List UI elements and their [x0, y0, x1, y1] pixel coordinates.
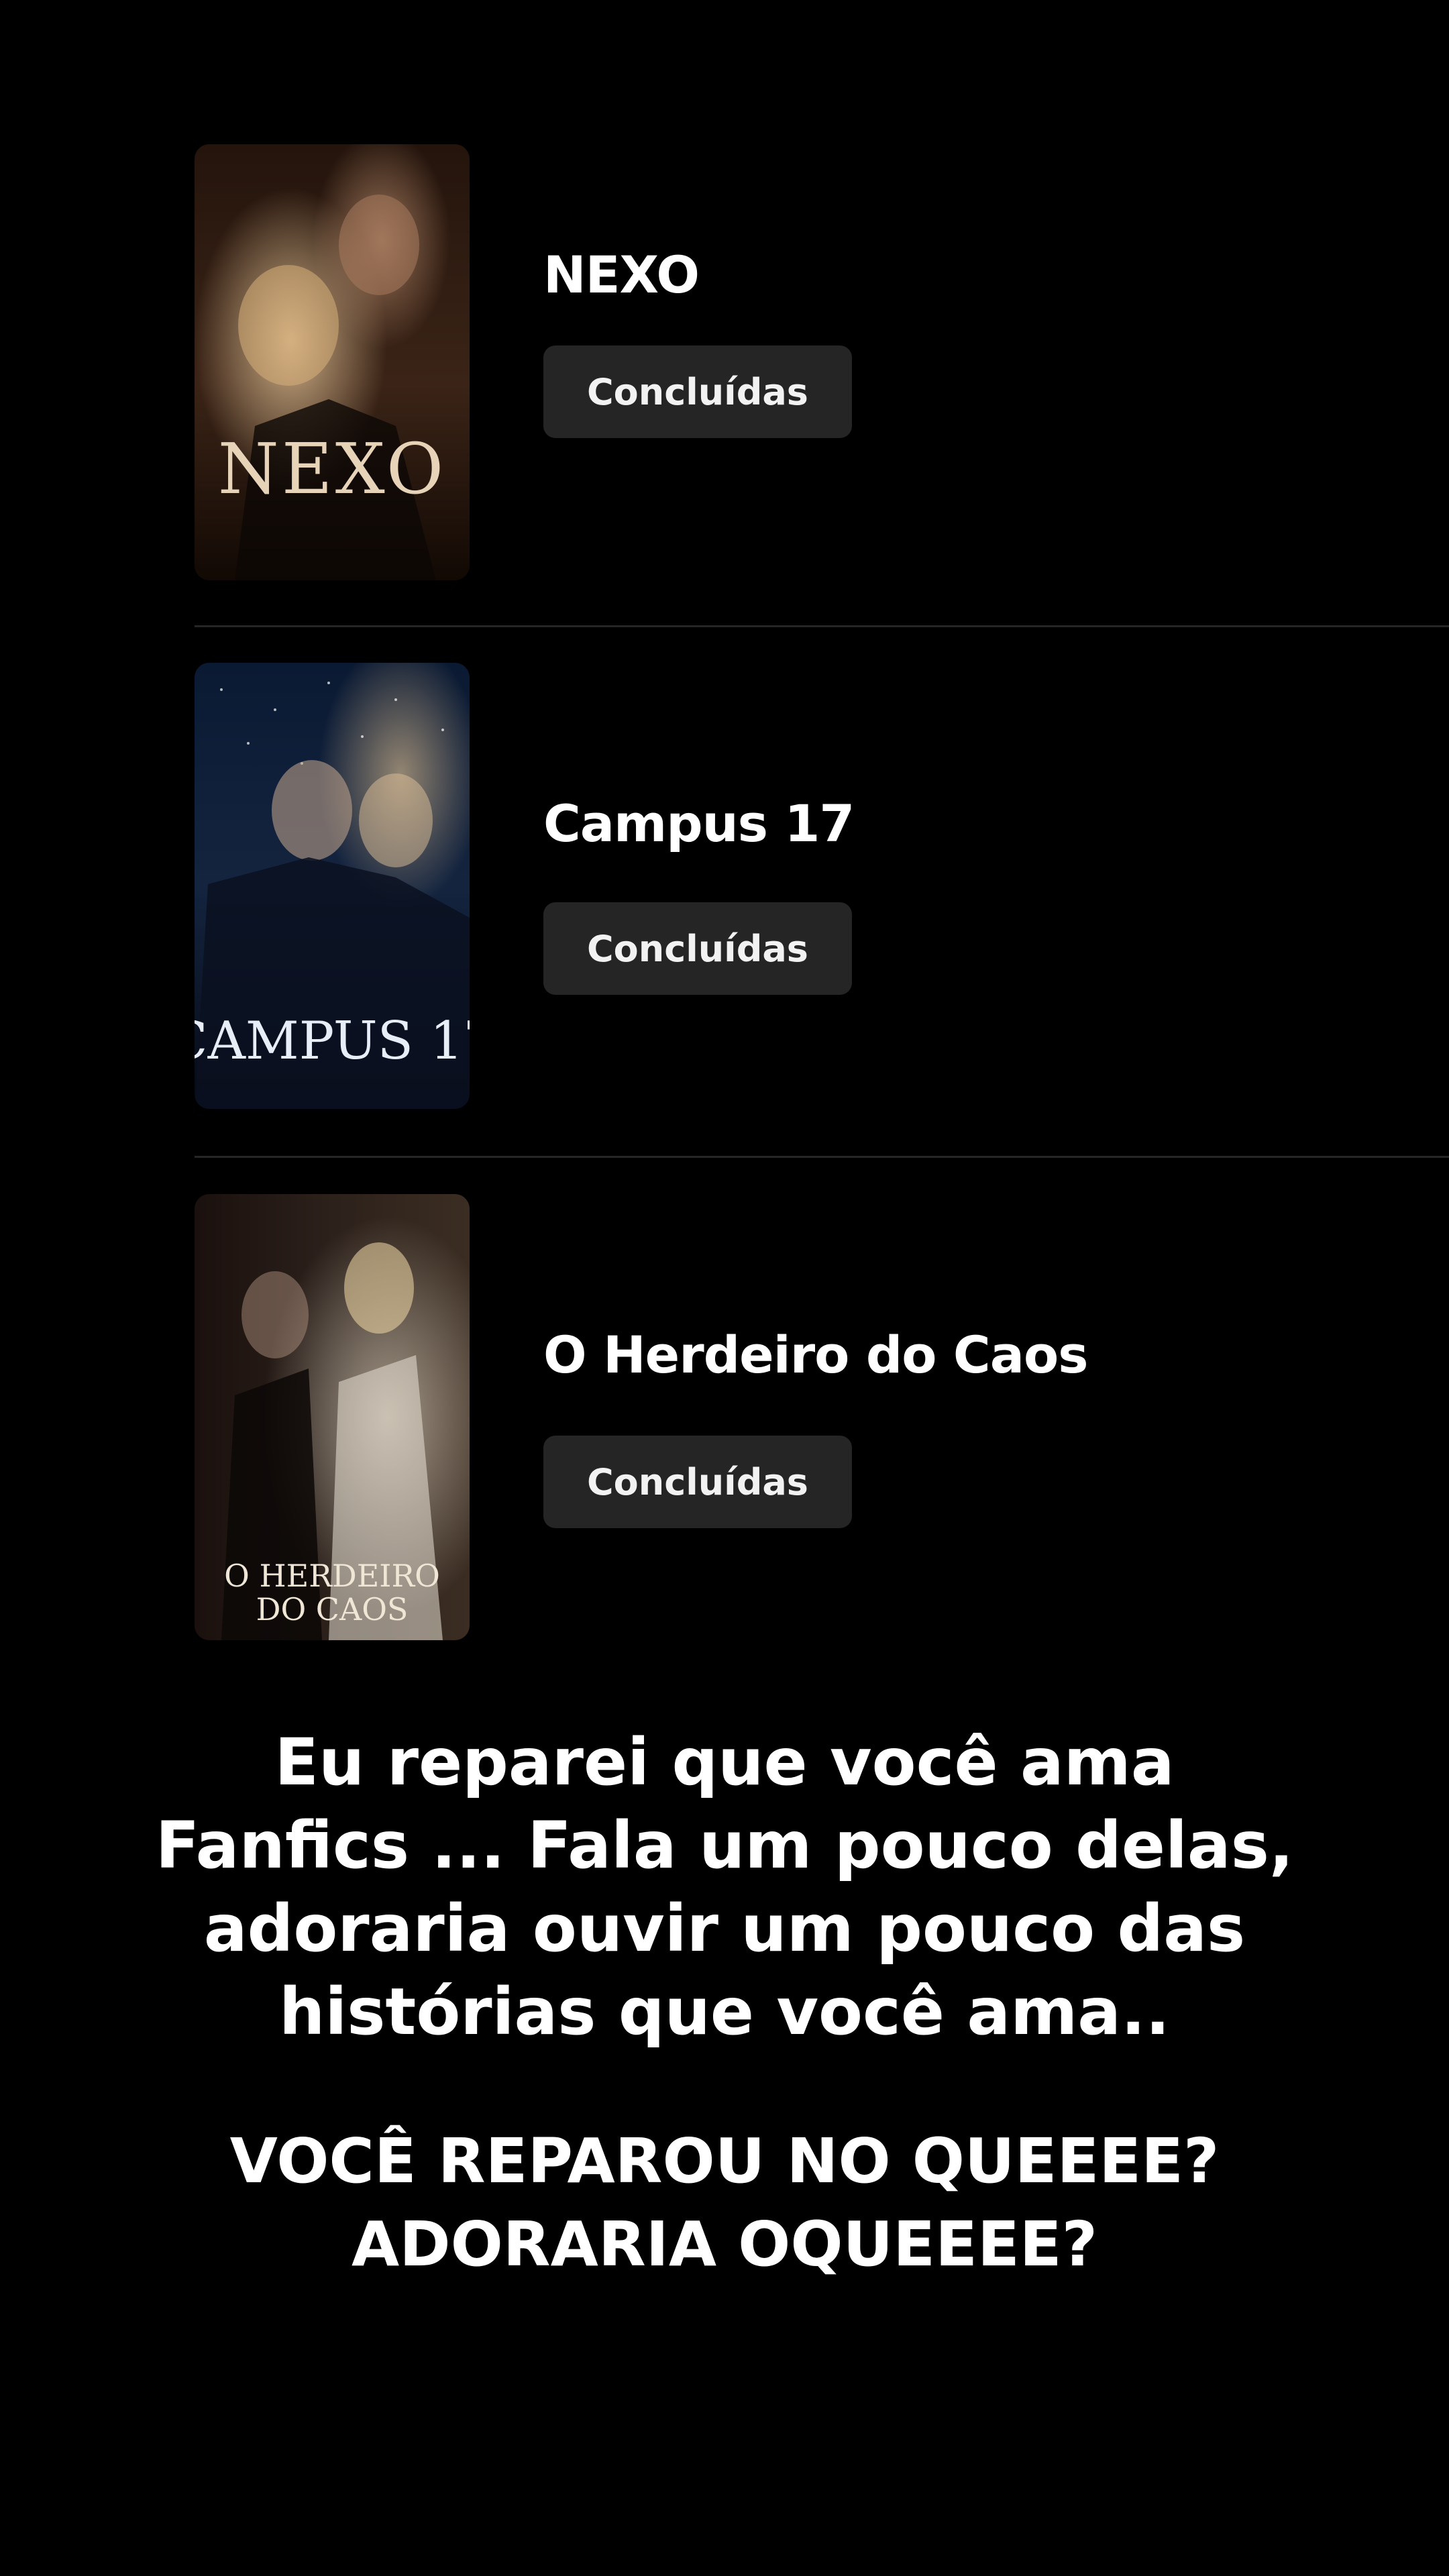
story-item[interactable]: NEXO NEXO Concluídas	[195, 144, 1449, 580]
story-cover-o-herdeiro-do-caos[interactable]: O HERDEIRO DO CAOS	[195, 1194, 470, 1640]
status-badge[interactable]: Concluídas	[543, 902, 852, 995]
divider	[195, 1156, 1449, 1158]
divider	[195, 625, 1449, 627]
story-item[interactable]: O HERDEIRO DO CAOS O Herdeiro do Caos Co…	[195, 1194, 1449, 1640]
cover-lettering-nexo: NEXO	[218, 428, 446, 510]
story-title[interactable]: O Herdeiro do Caos	[543, 1325, 1088, 1385]
cover-lettering-campus-17: CAMPUS 17	[195, 1011, 470, 1071]
status-badge[interactable]: Concluídas	[543, 1436, 852, 1528]
story-title[interactable]: Campus 17	[543, 794, 855, 853]
cover-lettering-line-2: DO CAOS	[256, 1591, 409, 1627]
story-item[interactable]: CAMPUS 17 Campus 17 Concluídas	[195, 663, 1449, 1109]
cover-art: O HERDEIRO DO CAOS	[195, 1194, 470, 1640]
cover-lettering-line-1: O HERDEIRO	[224, 1558, 440, 1594]
status-badge[interactable]: Concluídas	[543, 345, 852, 438]
caption-reply: VOCÊ REPAROU NO QUEEEE? ADORARIA OQUEEEE…	[229, 2125, 1220, 2280]
story-title[interactable]: NEXO	[543, 245, 700, 305]
cover-art: CAMPUS 17	[195, 663, 470, 1109]
cover-art: NEXO	[195, 144, 470, 580]
caption-question: Eu reparei que você ama Fanfics ... Fala…	[155, 1725, 1294, 2049]
story-cover-nexo[interactable]: NEXO	[195, 144, 470, 580]
story-cover-campus-17[interactable]: CAMPUS 17	[195, 663, 470, 1109]
